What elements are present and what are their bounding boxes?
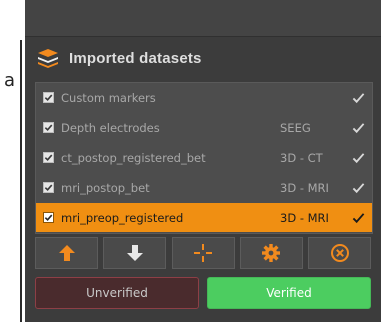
checkbox-check-icon — [44, 124, 53, 132]
dataset-name: ct_postop_registered_bet — [61, 150, 206, 165]
imported-datasets-panel: Imported datasets Custom markers Depth e… — [25, 0, 381, 322]
dataset-name: Depth electrodes — [61, 120, 160, 135]
crosshair-button[interactable] — [171, 237, 235, 269]
dataset-row[interactable]: Depth electrodes SEEG — [36, 113, 372, 142]
move-up-button[interactable] — [35, 237, 98, 269]
dataset-name: mri_postop_bet — [61, 180, 150, 195]
dataset-row[interactable]: Custom markers — [36, 83, 372, 112]
dataset-type: 3D - MRI — [280, 180, 329, 195]
datasets-list[interactable]: Custom markers Depth electrodes SEEG ct_… — [35, 82, 373, 234]
background-text-fragment: a — [4, 70, 16, 91]
verified-button[interactable]: Verified — [207, 277, 371, 309]
arrow-down-icon — [126, 245, 143, 261]
check-icon — [344, 212, 372, 224]
settings-button[interactable] — [239, 237, 303, 269]
dataset-type: 3D - CT — [280, 150, 323, 165]
remove-button[interactable] — [308, 237, 371, 269]
close-circle-icon — [330, 244, 349, 262]
dataset-type: 3D - MRI — [280, 210, 329, 225]
dataset-toolbar — [35, 237, 371, 271]
panel-top-bar — [25, 0, 381, 37]
arrow-up-icon — [58, 245, 75, 261]
dataset-visibility-checkbox[interactable] — [43, 122, 54, 133]
check-icon — [344, 152, 372, 164]
gear-icon — [262, 244, 281, 262]
checkbox-check-icon — [44, 154, 53, 162]
checkbox-check-icon — [44, 184, 53, 192]
screen: a Imported datasets Custom markers Depth… — [0, 0, 381, 322]
dataset-row[interactable]: ct_postop_registered_bet 3D - CT — [36, 143, 372, 172]
dataset-visibility-checkbox[interactable] — [43, 212, 54, 223]
dataset-visibility-checkbox[interactable] — [43, 182, 54, 193]
check-icon — [344, 182, 372, 194]
checkbox-check-icon — [44, 214, 53, 222]
layers-stack-icon — [38, 49, 58, 68]
window-edge — [20, 40, 22, 322]
panel-title: Imported datasets — [69, 49, 202, 67]
dataset-name: mri_preop_registered — [61, 210, 184, 225]
checkbox-check-icon — [44, 94, 53, 102]
unverified-button[interactable]: Unverified — [35, 277, 199, 309]
check-icon — [344, 122, 372, 134]
verification-controls: Unverified Verified — [35, 277, 371, 309]
dataset-row[interactable]: mri_postop_bet 3D - MRI — [36, 173, 372, 202]
dataset-visibility-checkbox[interactable] — [43, 92, 54, 103]
dataset-row-selected[interactable]: mri_preop_registered 3D - MRI — [36, 203, 372, 232]
dataset-type: SEEG — [280, 120, 311, 135]
move-down-button[interactable] — [103, 237, 167, 269]
dataset-visibility-checkbox[interactable] — [43, 152, 54, 163]
panel-header: Imported datasets — [37, 44, 371, 72]
dataset-name: Custom markers — [61, 90, 156, 105]
crosshair-icon — [194, 244, 212, 262]
check-icon — [344, 92, 372, 104]
